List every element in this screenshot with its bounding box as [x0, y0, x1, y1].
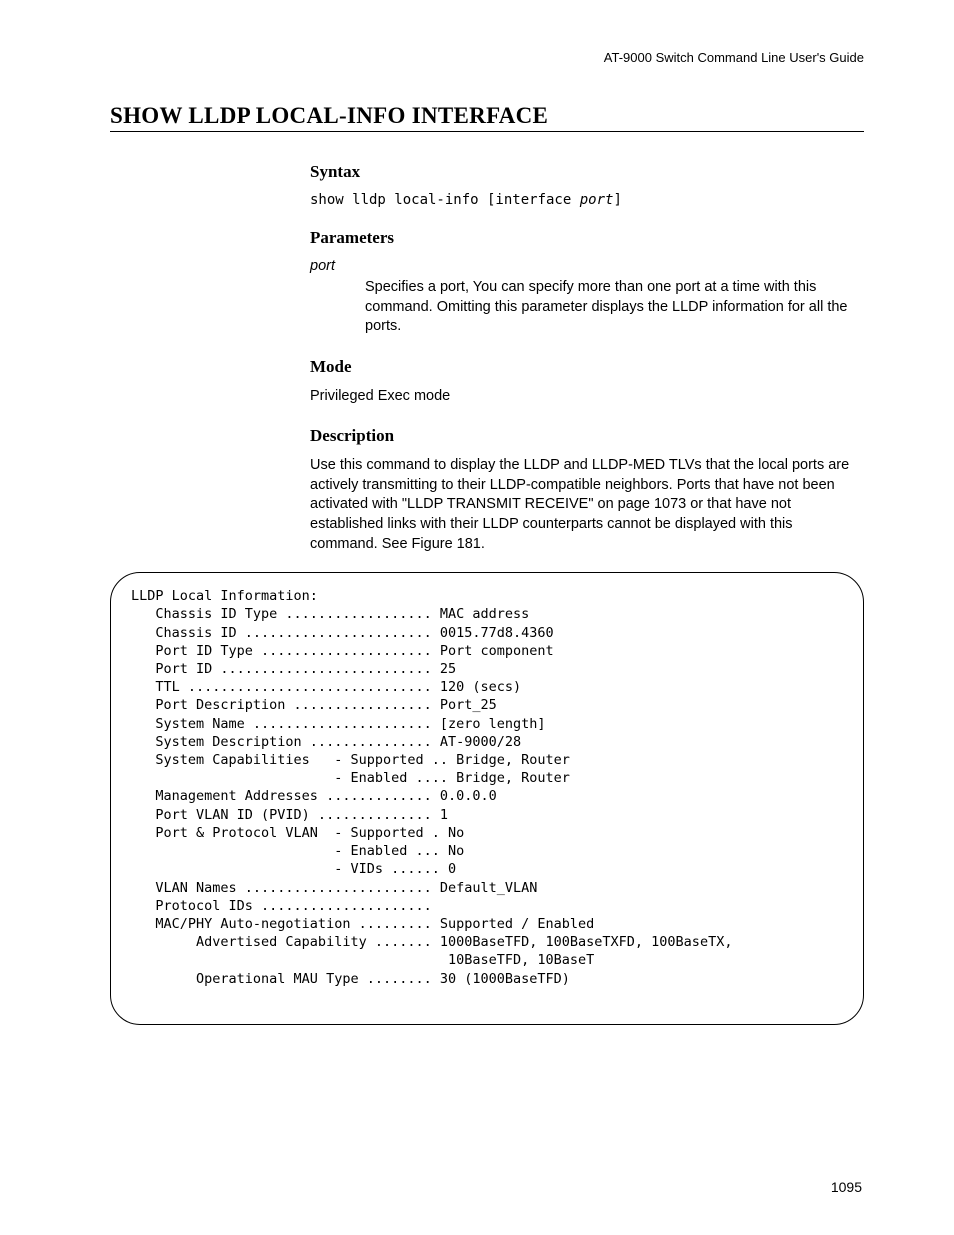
syntax-line: show lldp local-info [interface port] — [310, 192, 864, 208]
title-divider — [110, 131, 864, 132]
page-number: 1095 — [831, 1179, 862, 1195]
param-name: port — [310, 258, 864, 274]
param-description: Specifies a port, You can specify more t… — [365, 278, 864, 337]
description-text: Use this command to display the LLDP and… — [310, 456, 864, 554]
description-heading: Description — [310, 426, 864, 446]
syntax-heading: Syntax — [310, 162, 864, 182]
syntax-suffix: ] — [613, 192, 621, 208]
mode-text: Privileged Exec mode — [310, 387, 864, 407]
mode-heading: Mode — [310, 357, 864, 377]
command-output-box: LLDP Local Information: Chassis ID Type … — [110, 572, 864, 1025]
content-block: Syntax show lldp local-info [interface p… — [310, 162, 864, 554]
command-title: SHOW LLDP LOCAL-INFO INTERFACE — [110, 103, 864, 129]
syntax-prefix: show lldp local-info [interface — [310, 192, 580, 208]
guide-header: AT-9000 Switch Command Line User's Guide — [110, 50, 864, 65]
syntax-param: port — [580, 192, 614, 208]
parameters-heading: Parameters — [310, 228, 864, 248]
document-page: AT-9000 Switch Command Line User's Guide… — [0, 0, 954, 1235]
